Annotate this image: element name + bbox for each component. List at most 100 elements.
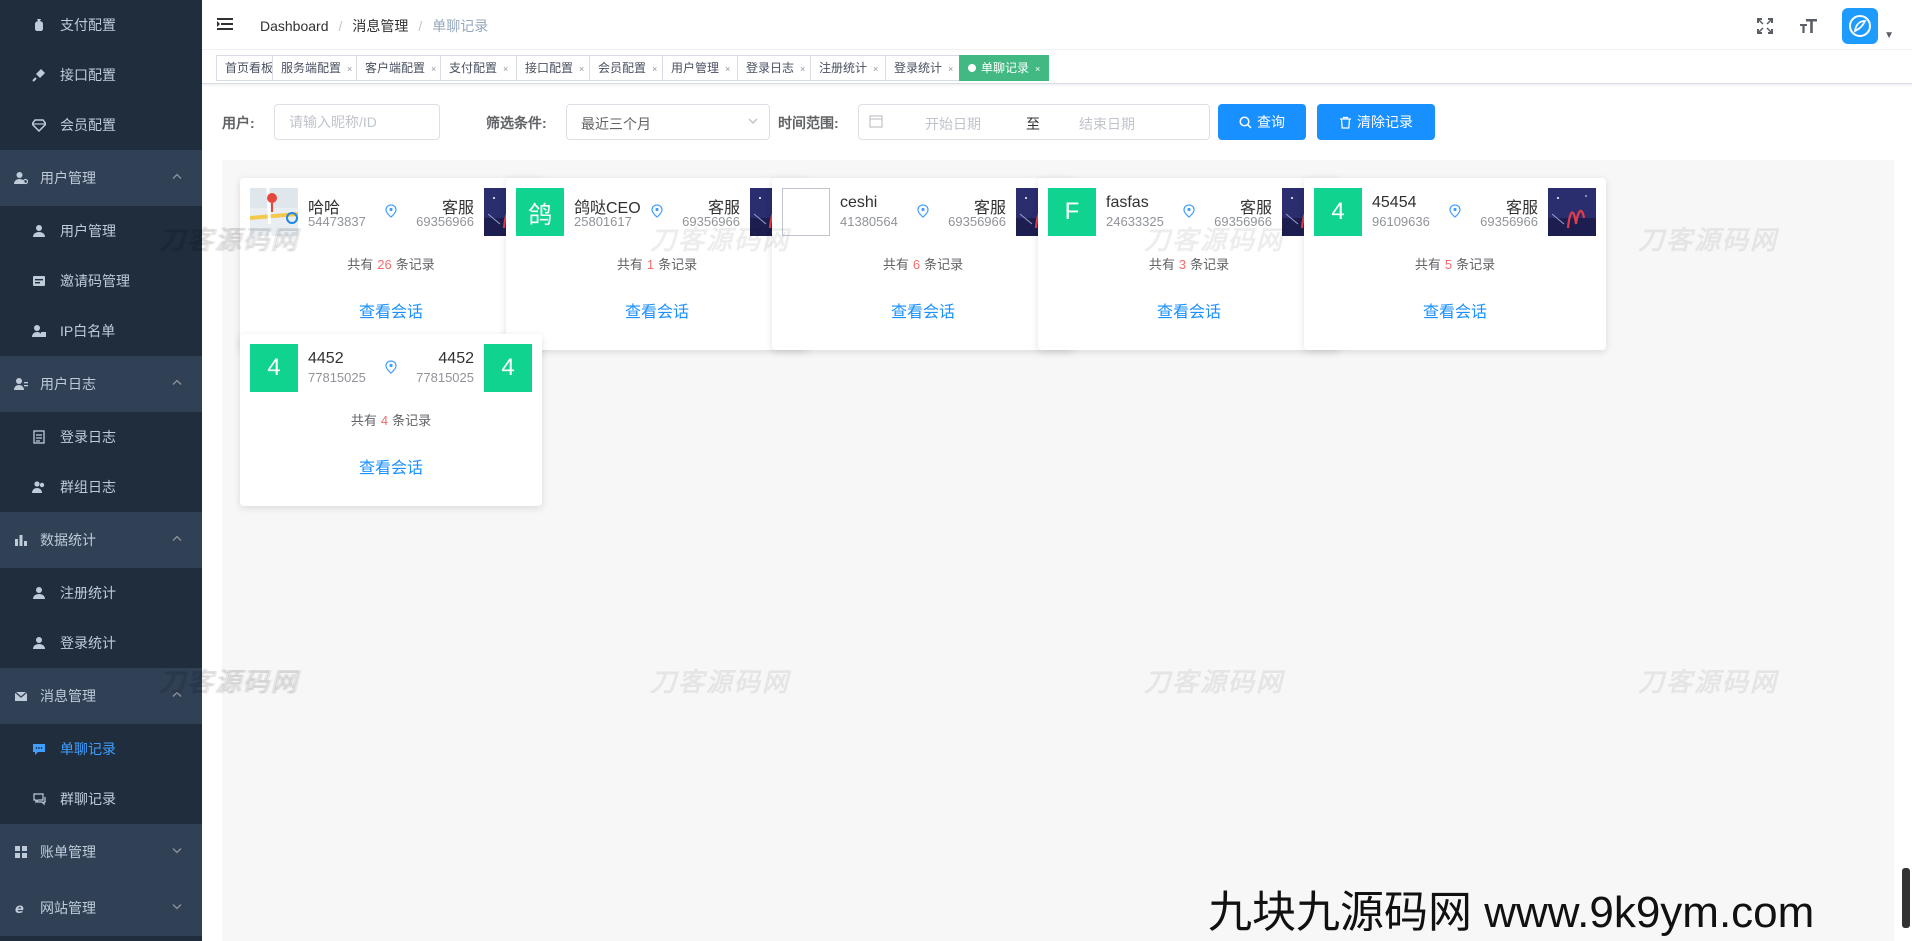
avatar: 4	[250, 344, 298, 392]
filter-condition-select[interactable]: 最近三个月	[566, 104, 770, 140]
sidebar-item-15[interactable]: 群聊记录	[0, 774, 202, 824]
sidebar-item-label: 数据统计	[40, 532, 96, 548]
scrollbar-thumb[interactable]	[1902, 868, 1910, 928]
sidebar-item-8[interactable]: 登录日志	[0, 412, 202, 462]
close-icon[interactable]: ×	[579, 64, 584, 74]
avatar-letter: 4	[1331, 198, 1345, 225]
tab-5[interactable]: 会员配置 ×	[589, 55, 667, 81]
date-range-picker[interactable]: 开始日期 至 结束日期	[858, 104, 1210, 140]
close-icon[interactable]: ×	[800, 64, 805, 74]
view-session-link[interactable]: 查看会话	[240, 298, 542, 322]
sidebar-item-6[interactable]: IP白名单	[0, 306, 202, 356]
filter-condition-label: 筛选条件:	[486, 115, 547, 131]
avatar-letter: 鸽	[528, 201, 552, 229]
sidebar-group-13[interactable]: 消息管理	[0, 668, 202, 724]
sidebar-item-0[interactable]: 支付配置	[0, 0, 202, 50]
active-dot-icon	[968, 64, 976, 72]
chat-record-card: Ffasfas 24633325 客服 69356966 共有 3 条记录 查看会话	[1038, 178, 1340, 350]
close-icon[interactable]: ×	[652, 64, 657, 74]
sidebar-item-label: 网站管理	[40, 900, 96, 916]
plug-icon	[30, 66, 48, 84]
sidebar-group-3[interactable]: 用户管理	[0, 150, 202, 206]
sidebar-group-10[interactable]: 数据统计	[0, 512, 202, 568]
user-avatar[interactable]	[1842, 8, 1879, 44]
record-count: 共有 1 条记录	[506, 254, 808, 273]
breadcrumb-current: 单聊记录	[432, 18, 489, 34]
tab-10[interactable]: 单聊记录 ×	[959, 55, 1050, 81]
caret-down-icon[interactable]: ▼	[1884, 30, 1894, 41]
chevron-up-icon	[172, 690, 182, 703]
clear-records-button[interactable]: 清除记录	[1317, 104, 1435, 140]
tab-label: 单聊记录	[981, 61, 1030, 75]
tab-1[interactable]: 服务端配置 ×	[272, 55, 362, 81]
close-icon[interactable]: ×	[1035, 64, 1040, 74]
sidebar-group-17[interactable]: e 网站管理	[0, 880, 202, 936]
sidebar-group-16[interactable]: 账单管理	[0, 824, 202, 880]
tab-9[interactable]: 登录统计 ×	[885, 55, 963, 81]
user-log-icon	[12, 375, 30, 393]
close-icon[interactable]: ×	[873, 64, 878, 74]
user-icon	[30, 584, 48, 602]
close-icon[interactable]: ×	[725, 64, 730, 74]
sidebar-item-label: 消息管理	[40, 688, 96, 704]
right-user-id: 69356966	[1480, 214, 1538, 229]
left-user-name: 45454	[1372, 194, 1417, 211]
sidebar-item-5[interactable]: 邀请码管理	[0, 256, 202, 306]
record-count-prefix: 共有	[350, 413, 377, 428]
fullscreen-icon[interactable]	[1754, 15, 1776, 37]
tab-2[interactable]: 客户端配置 ×	[356, 55, 446, 81]
sidebar-item-9[interactable]: 群组日志	[0, 462, 202, 512]
avatar: F	[1048, 188, 1096, 236]
search-button[interactable]: 查询	[1218, 104, 1306, 140]
record-count-suffix: 条记录	[1456, 257, 1496, 272]
user-cog-icon	[12, 169, 30, 187]
record-count-suffix: 条记录	[392, 413, 432, 428]
time-range-label: 时间范围:	[778, 115, 839, 131]
end-date[interactable]: 结束日期	[1079, 114, 1135, 134]
tab-label: 注册统计	[819, 61, 868, 75]
view-session-link[interactable]: 查看会话	[1038, 298, 1340, 322]
right-user-id: 69356966	[416, 214, 474, 229]
tab-6[interactable]: 用户管理 ×	[662, 55, 740, 81]
close-icon[interactable]: ×	[503, 64, 508, 74]
sidebar-item-label: 登录日志	[60, 429, 116, 445]
close-icon[interactable]: ×	[948, 64, 953, 74]
tab-7[interactable]: 登录日志 ×	[737, 55, 815, 81]
search-button-label: 查询	[1257, 114, 1285, 130]
record-count-suffix: 条记录	[1190, 257, 1230, 272]
record-count-prefix: 共有	[882, 257, 909, 272]
sidebar-item-11[interactable]: 注册统计	[0, 568, 202, 618]
user-search-input[interactable]	[275, 105, 439, 139]
sidebar-item-4[interactable]: 用户管理	[0, 206, 202, 256]
chevron-down-icon	[172, 846, 182, 859]
close-icon[interactable]: ×	[431, 64, 436, 74]
breadcrumb-dashboard[interactable]: Dashboard	[260, 18, 329, 34]
tab-3[interactable]: 支付配置 ×	[440, 55, 518, 81]
sidebar-item-14[interactable]: 单聊记录	[0, 724, 202, 774]
sidebar-item-1[interactable]: 接口配置	[0, 50, 202, 100]
bar-chart-icon	[12, 531, 30, 549]
user-search-field[interactable]	[274, 104, 440, 140]
sidebar-item-12[interactable]: 登录统计	[0, 618, 202, 668]
sidebar-item-label: 群组日志	[60, 479, 116, 495]
left-user-name: fasfas	[1106, 194, 1149, 211]
tab-label: 首页看板	[225, 61, 274, 75]
close-icon[interactable]: ×	[347, 64, 352, 74]
sidebar-item-2[interactable]: 会员配置	[0, 100, 202, 150]
record-count-number: 3	[1178, 257, 1187, 272]
view-session-link[interactable]: 查看会话	[506, 298, 808, 322]
tab-label: 登录日志	[746, 61, 795, 75]
hamburger-icon[interactable]	[216, 15, 236, 35]
tab-4[interactable]: 接口配置 ×	[516, 55, 594, 81]
tab-8[interactable]: 注册统计 ×	[810, 55, 888, 81]
record-count: 共有 3 条记录	[1038, 254, 1340, 273]
tab-label: 用户管理	[671, 61, 720, 75]
sidebar-group-7[interactable]: 用户日志	[0, 356, 202, 412]
view-session-link[interactable]: 查看会话	[1304, 298, 1606, 322]
users-icon	[30, 478, 48, 496]
sidebar: 支付配置 接口配置 会员配置 用户管理 用户管理 邀请码管理 IP白名单 用户日志 登录日志 群组…	[0, 0, 202, 941]
view-session-link[interactable]: 查看会话	[240, 454, 542, 478]
start-date[interactable]: 开始日期	[925, 114, 981, 134]
view-session-link[interactable]: 查看会话	[772, 298, 1074, 322]
font-size-icon[interactable]	[1798, 15, 1820, 37]
